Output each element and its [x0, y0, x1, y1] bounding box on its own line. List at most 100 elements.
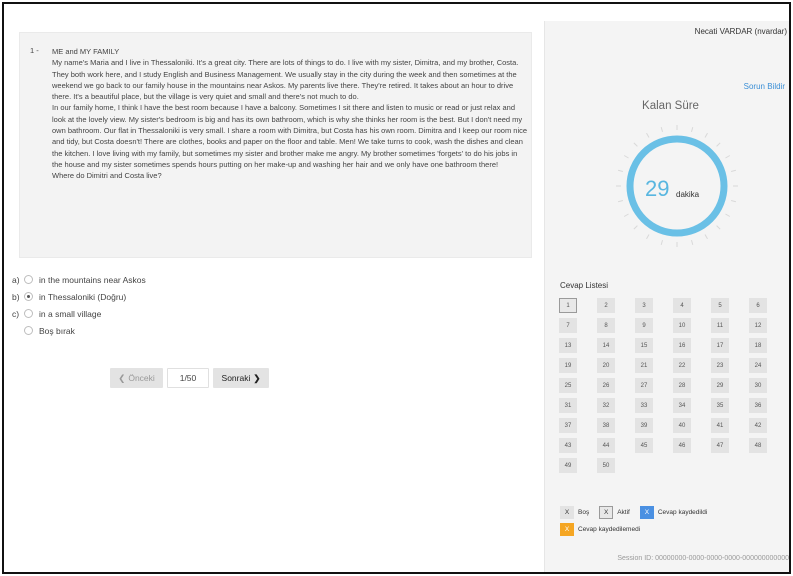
answer-list-item[interactable]: 13: [559, 338, 577, 353]
timer-tick: [730, 200, 737, 203]
answer-list-item[interactable]: 31: [559, 398, 577, 413]
answer-list-item[interactable]: 14: [597, 338, 615, 353]
answer-list-item[interactable]: 49: [559, 458, 577, 473]
answer-list-item[interactable]: 24: [749, 358, 767, 373]
answer-options: a) in the mountains near Askos b) in The…: [12, 271, 146, 339]
radio-button[interactable]: [24, 275, 33, 284]
answer-list-item[interactable]: 28: [673, 378, 691, 393]
question-number: 1 -: [30, 46, 39, 55]
answer-list-item[interactable]: 39: [635, 418, 653, 433]
answer-list-item[interactable]: 19: [559, 358, 577, 373]
timer-value: 29: [645, 176, 670, 201]
timer-tick: [623, 213, 629, 217]
timer-tick: [633, 225, 638, 230]
answer-list-item[interactable]: 5: [711, 298, 729, 313]
option-label: Boş bırak: [39, 325, 75, 336]
answer-option-b[interactable]: b) in Thessaloniki (Doğru): [12, 288, 146, 305]
radio-button-selected[interactable]: [24, 292, 33, 301]
answer-list-item[interactable]: 26: [597, 378, 615, 393]
next-label: Sonraki: [221, 373, 251, 383]
timer-tick: [646, 132, 650, 138]
answer-list-item[interactable]: 40: [673, 418, 691, 433]
timer-tick: [633, 142, 638, 147]
answer-list-item[interactable]: 6: [749, 298, 767, 313]
legend-swatch-unsaved: X: [560, 523, 574, 536]
answer-list-item[interactable]: 35: [711, 398, 729, 413]
previous-label: Önceki: [128, 373, 155, 383]
timer-tick: [691, 239, 694, 246]
option-label: in a small village: [39, 308, 102, 319]
legend-row: X Cevap kaydedilemedi: [560, 522, 707, 537]
answer-list-item[interactable]: 42: [749, 418, 767, 433]
answer-list-item[interactable]: 20: [597, 358, 615, 373]
timer-tick: [646, 234, 650, 240]
answer-list-item[interactable]: 7: [559, 318, 577, 333]
answer-option-c[interactable]: c) in a small village: [12, 305, 146, 322]
answer-list-item[interactable]: 44: [597, 438, 615, 453]
radio-button[interactable]: [24, 326, 33, 335]
timer-tick: [704, 234, 708, 240]
answer-list-item[interactable]: 17: [711, 338, 729, 353]
option-letter: b): [12, 291, 20, 302]
previous-button[interactable]: ❮ Önceki: [110, 368, 163, 388]
timer-tick: [660, 126, 663, 133]
answer-list-item[interactable]: 9: [635, 318, 653, 333]
legend-label-empty: Boş: [578, 509, 590, 516]
answer-list-item[interactable]: 29: [711, 378, 729, 393]
answer-list-item[interactable]: 47: [711, 438, 729, 453]
timer-tick: [704, 132, 708, 138]
timer-title: Kalan Süre: [642, 100, 699, 112]
timer-tick: [716, 142, 721, 147]
legend-label-unsaved: Cevap kaydedilemedi: [578, 526, 641, 533]
report-issue-link[interactable]: Sorun Bildir: [744, 82, 785, 91]
answer-list-item[interactable]: 50: [597, 458, 615, 473]
answer-list-item[interactable]: 15: [635, 338, 653, 353]
timer-unit: dakika: [676, 190, 700, 199]
answer-list-item[interactable]: 32: [597, 398, 615, 413]
answer-option-a[interactable]: a) in the mountains near Askos: [12, 271, 146, 288]
answer-list-item[interactable]: 45: [635, 438, 653, 453]
answer-list-item[interactable]: 10: [673, 318, 691, 333]
answer-list-item[interactable]: 30: [749, 378, 767, 393]
answer-option-blank[interactable]: Boş bırak: [12, 322, 146, 339]
timer-tick: [716, 225, 721, 230]
answer-list-item[interactable]: 2: [597, 298, 615, 313]
answer-list-item[interactable]: 16: [673, 338, 691, 353]
answer-list-item[interactable]: 23: [711, 358, 729, 373]
question-box: 1 - ME and MY FAMILY My name's Maria and…: [19, 32, 532, 258]
answer-list-item[interactable]: 8: [597, 318, 615, 333]
answer-list-item[interactable]: 33: [635, 398, 653, 413]
chevron-right-icon: ❯: [253, 372, 261, 383]
answer-list-item[interactable]: 4: [673, 298, 691, 313]
answer-list-item[interactable]: 43: [559, 438, 577, 453]
answer-list-item[interactable]: 34: [673, 398, 691, 413]
answer-list-item[interactable]: 3: [635, 298, 653, 313]
passage-paragraph: In our family home, I think I have the b…: [52, 103, 528, 169]
timer-tick: [725, 213, 731, 217]
answer-list-item[interactable]: 46: [673, 438, 691, 453]
legend-label-active: Aktif: [617, 509, 630, 516]
answer-list-item[interactable]: 22: [673, 358, 691, 373]
answer-list-item[interactable]: 48: [749, 438, 767, 453]
answer-list-title: Cevap Listesi: [560, 281, 609, 290]
next-button[interactable]: Sonraki ❯: [213, 368, 269, 388]
answer-list-item[interactable]: 1: [559, 298, 577, 313]
option-letter: a): [12, 274, 20, 285]
answer-list-item[interactable]: 12: [749, 318, 767, 333]
answer-list-item[interactable]: 36: [749, 398, 767, 413]
option-label: in Thessaloniki (Doğru): [39, 291, 127, 302]
answer-list-item[interactable]: 27: [635, 378, 653, 393]
answer-list-item[interactable]: 18: [749, 338, 767, 353]
radio-button[interactable]: [24, 309, 33, 318]
answer-list-item[interactable]: 11: [711, 318, 729, 333]
answer-list-item[interactable]: 21: [635, 358, 653, 373]
answer-list-item[interactable]: 37: [559, 418, 577, 433]
question-text: ME and MY FAMILY My name's Maria and I l…: [52, 46, 528, 182]
answer-list-item[interactable]: 41: [711, 418, 729, 433]
timer-tick: [617, 169, 624, 172]
answer-list-item[interactable]: 25: [559, 378, 577, 393]
answer-list-item[interactable]: 38: [597, 418, 615, 433]
legend: X Boş X Aktif X Cevap kaydedildi X Cevap…: [560, 505, 707, 539]
session-id: Session ID: 00000000-0000-0000-0000-0000…: [617, 555, 789, 562]
countdown-timer: 29 dakika: [612, 121, 742, 251]
